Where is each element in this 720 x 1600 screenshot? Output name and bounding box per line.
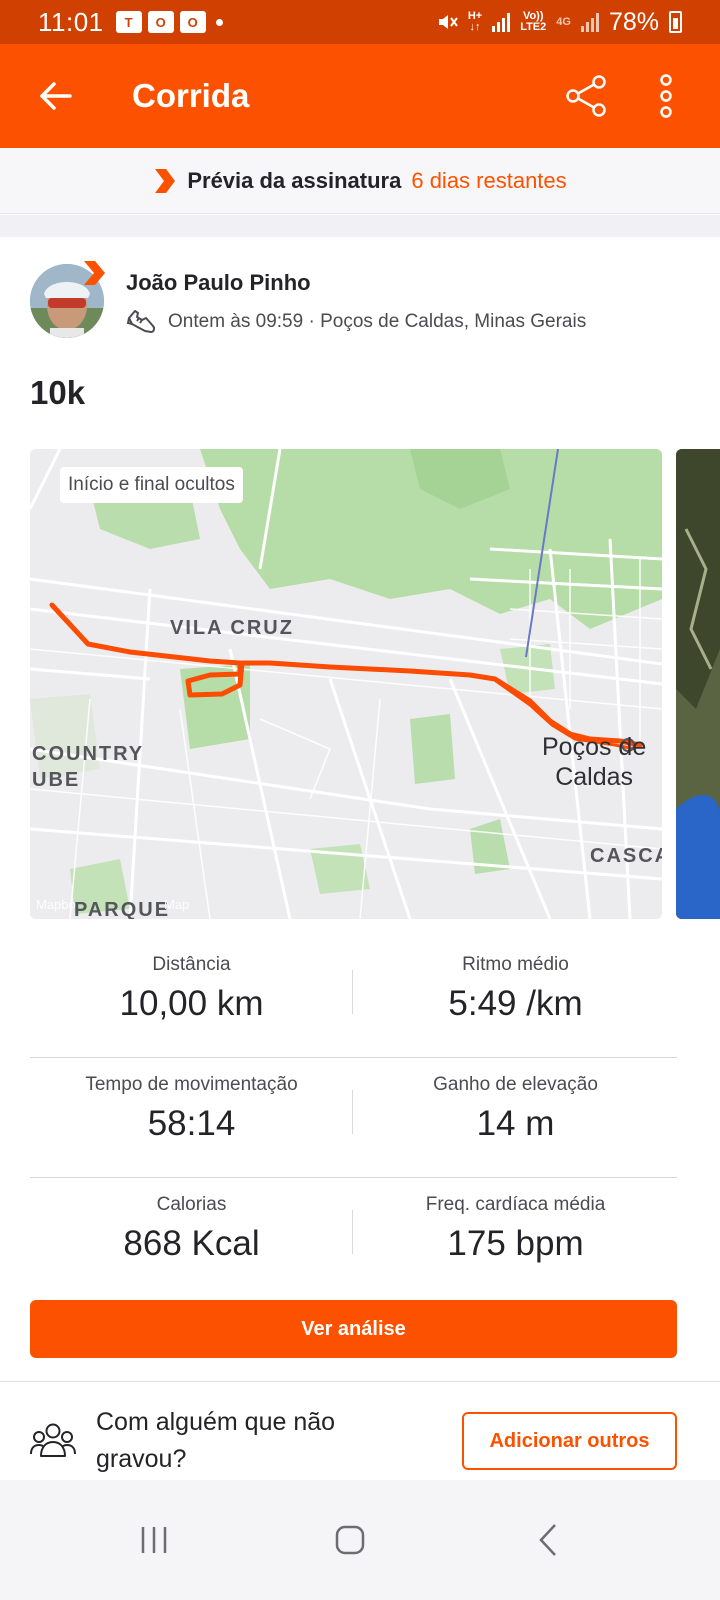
people-icon bbox=[30, 1423, 76, 1457]
stats-grid: Distância 10,00 km Ritmo médio 5:49 /km … bbox=[30, 938, 677, 1298]
signal-icon bbox=[492, 12, 511, 32]
athlete-name[interactable]: João Paulo Pinho bbox=[126, 270, 311, 296]
stat-elevation: Ganho de elevação 14 m bbox=[354, 1058, 677, 1144]
activity-title: 10k bbox=[30, 374, 86, 411]
status-time: 11:01 bbox=[38, 6, 104, 37]
map-privacy-chip: Início e final ocultos bbox=[60, 467, 243, 503]
divider bbox=[0, 1381, 720, 1382]
map-attribution: Mapbo bbox=[36, 897, 76, 912]
subscription-banner[interactable]: Prévia da assinatura 6 dias restantes bbox=[0, 148, 720, 214]
map-label-casca: CASCA bbox=[590, 845, 662, 867]
stat-label: Calorias bbox=[156, 1194, 227, 1215]
stat-divider bbox=[352, 1090, 353, 1134]
teams-icon: T bbox=[115, 11, 142, 33]
map-label-city: Poços de Caldas bbox=[542, 732, 646, 792]
map-label-vila-cruz: VILA CRUZ bbox=[170, 617, 294, 639]
stats-row: Calorias 868 Kcal Freq. cardíaca média 1… bbox=[30, 1178, 677, 1298]
map-city-line2: Caldas bbox=[555, 763, 634, 791]
strava-chevron-icon bbox=[155, 168, 176, 193]
notification-icons: T O O bbox=[115, 11, 206, 33]
subscriber-badge-icon bbox=[84, 261, 105, 285]
home-button[interactable] bbox=[310, 1500, 390, 1580]
map-canvas bbox=[30, 449, 662, 919]
notification-dot-icon bbox=[215, 18, 223, 26]
map-label-parque: PARQUE bbox=[74, 899, 171, 919]
activity-meta: Ontem às 09:59 · Poços de Caldas, Minas … bbox=[126, 308, 586, 336]
stat-value: 5:49 /km bbox=[448, 984, 583, 1023]
page-title: Corrida bbox=[132, 77, 250, 114]
volte-indicator: Vo)) LTE2 bbox=[520, 10, 547, 33]
stat-value: 10,00 km bbox=[119, 984, 264, 1023]
more-vert-icon bbox=[660, 74, 672, 118]
stats-row: Tempo de movimentação 58:14 Ganho de ele… bbox=[30, 1058, 677, 1178]
system-back-button[interactable] bbox=[508, 1500, 588, 1580]
stat-calories: Calorias 868 Kcal bbox=[30, 1178, 353, 1264]
add-others-prompt: Com alguém que não gravou? bbox=[96, 1408, 336, 1473]
signal-icon-2 bbox=[580, 12, 599, 32]
stat-label: Tempo de movimentação bbox=[85, 1074, 298, 1095]
stat-label: Ritmo médio bbox=[462, 954, 569, 975]
chevron-left-icon bbox=[539, 1524, 556, 1556]
stat-moving-time: Tempo de movimentação 58:14 bbox=[30, 1058, 353, 1144]
athlete-header: João Paulo Pinho Ontem às 09:59 · Poços … bbox=[30, 261, 690, 342]
subscription-days-left: 6 dias restantes bbox=[411, 167, 567, 193]
recent-apps-button[interactable] bbox=[114, 1500, 194, 1580]
recent-apps-icon bbox=[141, 1527, 167, 1553]
outlook-icon: O bbox=[147, 11, 174, 33]
network-4g: 4G bbox=[556, 15, 571, 28]
app-bar: Corrida bbox=[0, 44, 720, 148]
subscription-title: Prévia da assinatura bbox=[187, 167, 402, 193]
stat-value: 175 bpm bbox=[447, 1224, 584, 1263]
stat-distance: Distância 10,00 km bbox=[30, 938, 353, 1024]
stat-label: Ganho de elevação bbox=[433, 1074, 598, 1095]
map-attribution-2: Map bbox=[164, 897, 190, 912]
photo-thumbnail bbox=[676, 449, 720, 919]
home-icon bbox=[335, 1525, 365, 1555]
add-others-section: Com alguém que não gravou? Adicionar out… bbox=[30, 1400, 690, 1480]
view-analysis-button[interactable]: Ver análise bbox=[30, 1300, 677, 1358]
mute-icon bbox=[438, 15, 458, 29]
activity-photo-peek[interactable] bbox=[676, 449, 720, 919]
stat-value: 58:14 bbox=[147, 1104, 236, 1143]
activity-date-location: Ontem às 09:59 · Poços de Caldas, Minas … bbox=[168, 311, 587, 332]
route-map[interactable]: Início e final ocultos VILA CRUZ COUNTRY… bbox=[30, 449, 662, 919]
map-city-line1: Poços de bbox=[542, 733, 647, 761]
back-button[interactable] bbox=[20, 61, 90, 131]
stat-value: 868 Kcal bbox=[123, 1224, 260, 1263]
battery-level: 78% bbox=[608, 7, 659, 36]
stat-heart-rate: Freq. cardíaca média 175 bpm bbox=[354, 1178, 677, 1264]
map-label-clube: UBE bbox=[32, 769, 81, 791]
add-others-button[interactable]: Adicionar outros bbox=[462, 1412, 677, 1470]
stat-value: 14 m bbox=[476, 1104, 555, 1143]
share-icon bbox=[566, 75, 606, 117]
stats-row: Distância 10,00 km Ritmo médio 5:49 /km bbox=[30, 938, 677, 1058]
shoe-icon bbox=[126, 310, 156, 333]
stat-label: Distância bbox=[152, 954, 231, 975]
battery-icon bbox=[669, 11, 682, 33]
share-button[interactable] bbox=[556, 66, 616, 126]
outlook-icon: O bbox=[179, 11, 206, 33]
back-arrow-icon bbox=[40, 82, 72, 110]
stat-divider bbox=[352, 1210, 353, 1254]
section-gap bbox=[0, 215, 720, 237]
stat-divider bbox=[352, 970, 353, 1014]
status-right: H+ ↓↑ Vo)) LTE2 4G 78% bbox=[436, 8, 682, 37]
stat-pace: Ritmo médio 5:49 /km bbox=[354, 938, 677, 1024]
status-bar: 11:01 T O O H+ ↓↑ Vo)) LTE2 4G 78% bbox=[0, 0, 720, 44]
network-type: H+ ↓↑ bbox=[467, 10, 483, 33]
more-options-button[interactable] bbox=[636, 66, 696, 126]
map-label-country: COUNTRY bbox=[32, 743, 145, 765]
system-nav-bar bbox=[0, 1480, 720, 1600]
stat-label: Freq. cardíaca média bbox=[425, 1194, 606, 1215]
